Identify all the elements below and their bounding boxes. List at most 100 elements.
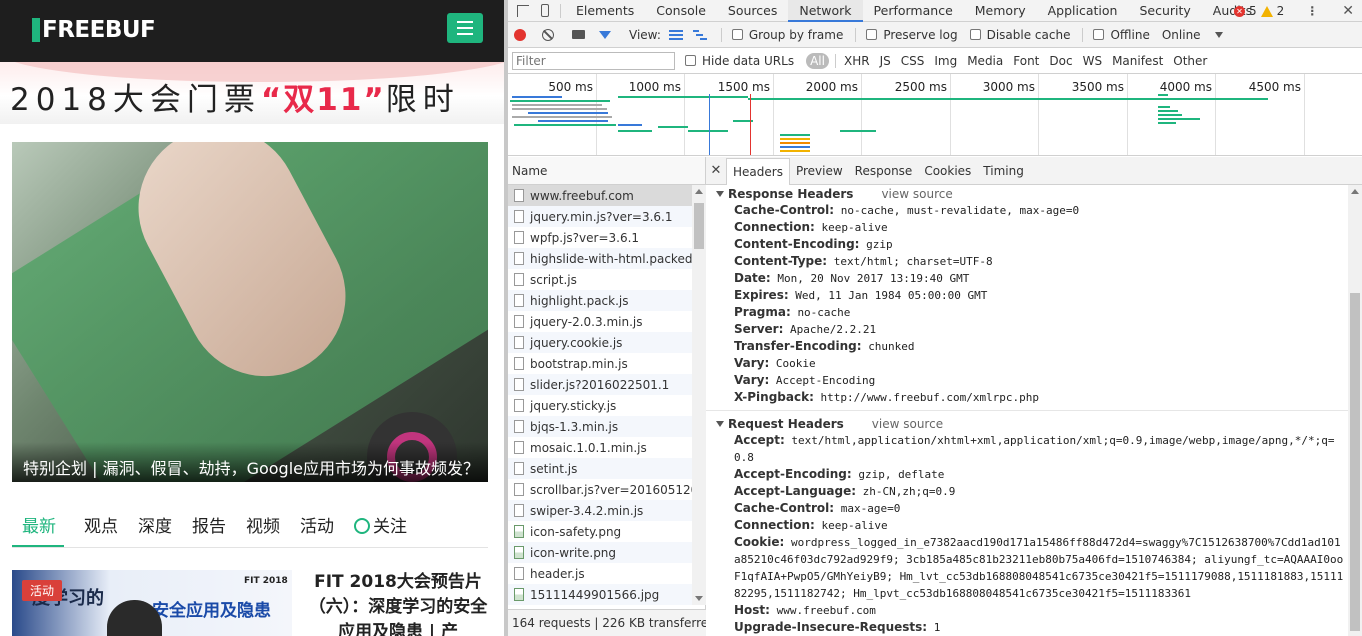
tab-memory[interactable]: Memory — [964, 0, 1037, 22]
site-tab-follow[interactable]: 关注 — [354, 510, 407, 547]
console-counters[interactable]: ✕ 5 2 ⋮ ✕ — [1233, 3, 1354, 19]
site-tab-opinion[interactable]: 观点 — [84, 510, 118, 547]
request-row[interactable]: highslide-with-html.packed.js — [508, 248, 692, 269]
request-row[interactable]: wpfp.js?ver=3.6.1 — [508, 227, 692, 248]
network-overview-timeline[interactable]: 500 ms 1000 ms 1500 ms 2000 ms 2500 ms 3… — [508, 74, 1362, 156]
image-file-icon — [514, 588, 524, 601]
filter-type-font[interactable]: Font — [1009, 53, 1043, 69]
request-row[interactable]: bjqs-1.3.min.js — [508, 416, 692, 437]
tab-performance[interactable]: Performance — [863, 0, 964, 22]
clear-icon[interactable] — [542, 28, 554, 41]
request-row[interactable]: setint.js — [508, 458, 692, 479]
request-row[interactable]: jquery.sticky.js — [508, 395, 692, 416]
large-rows-icon[interactable] — [668, 29, 683, 40]
hero-article[interactable]: 特别企划 | 漏洞、假冒、劫持，Google应用市场为何事故频发？ — [12, 142, 488, 482]
request-name: bjqs-1.3.min.js — [530, 419, 619, 434]
detail-tab-headers[interactable]: Headers — [726, 158, 790, 185]
toolbar-divider — [855, 27, 857, 42]
request-row[interactable]: bootstrap.min.js — [508, 353, 692, 374]
header-row: Date: Mon, 20 Nov 2017 13:19:40 GMT — [706, 270, 1348, 287]
promo-banner[interactable]: 2018大会门票“双11”限时 — [0, 62, 504, 124]
filter-type-all[interactable]: All — [806, 52, 829, 69]
group-by-frame-checkbox[interactable]: Group by frame — [731, 28, 843, 42]
request-row[interactable]: swiper-3.4.2.min.js — [508, 500, 692, 521]
more-options-icon[interactable]: ⋮ — [1306, 4, 1318, 18]
site-tab-depth[interactable]: 深度 — [138, 510, 172, 547]
timeline-bar — [780, 134, 810, 136]
disable-cache-checkbox[interactable]: Disable cache — [969, 28, 1070, 42]
scrollbar-thumb[interactable] — [1350, 293, 1360, 631]
view-label: View: — [629, 27, 661, 42]
filter-type-doc[interactable]: Doc — [1045, 53, 1076, 69]
request-row[interactable]: icon-safety.png — [508, 521, 692, 542]
site-tab-video[interactable]: 视频 — [246, 510, 280, 547]
close-detail-icon[interactable]: ✕ — [706, 163, 726, 184]
response-view-source-link[interactable]: view source — [881, 187, 952, 201]
hide-data-urls-checkbox[interactable]: Hide data URLs — [685, 54, 794, 68]
filter-type-manifest[interactable]: Manifest — [1108, 53, 1167, 69]
site-tab-latest[interactable]: 最新 — [12, 510, 64, 547]
request-row[interactable]: icon-write.png — [508, 542, 692, 563]
detail-scrollbar[interactable] — [1348, 185, 1362, 636]
request-row[interactable]: mosaic.1.0.1.min.js — [508, 437, 692, 458]
filter-type-img[interactable]: Img — [930, 53, 961, 69]
request-row[interactable]: jquery.min.js?ver=3.6.1 — [508, 206, 692, 227]
close-devtools-icon[interactable]: ✕ — [1342, 3, 1354, 19]
timeline-bar — [510, 100, 610, 102]
freebuf-logo[interactable]: FREEBUF — [32, 15, 156, 45]
filter-type-css[interactable]: CSS — [897, 53, 929, 69]
tab-elements[interactable]: Elements — [565, 0, 645, 22]
timeline-bar — [1158, 118, 1200, 120]
request-name: wpfp.js?ver=3.6.1 — [530, 230, 640, 245]
header-row: Upgrade-Insecure-Requests: 1 — [706, 619, 1348, 636]
hamburger-menu-button[interactable] — [447, 13, 483, 43]
request-row[interactable]: slider.js?2016022501.1 — [508, 374, 692, 395]
device-toolbar-icon[interactable] — [534, 0, 556, 22]
inspect-element-icon[interactable] — [512, 0, 534, 22]
tab-sources[interactable]: Sources — [717, 0, 788, 22]
header-row: X-Pingback: http://www.freebuf.com/xmlrp… — [706, 389, 1348, 406]
filter-type-xhr[interactable]: XHR — [840, 53, 874, 69]
screenshot-camera-icon[interactable] — [572, 30, 585, 39]
filter-input[interactable] — [512, 51, 675, 70]
overview-waterfall-icon[interactable] — [692, 29, 707, 40]
detail-tab-cookies[interactable]: Cookies — [918, 164, 977, 184]
site-tab-events[interactable]: 活动 — [300, 510, 334, 547]
hero-caption[interactable]: 特别企划 | 漏洞、假冒、劫持，Google应用市场为何事故频发？ — [12, 442, 488, 482]
column-header-name[interactable]: Name — [508, 157, 705, 185]
header-value: 1 — [933, 621, 941, 634]
request-row[interactable]: www.freebuf.com — [508, 185, 692, 206]
request-view-source-link[interactable]: view source — [872, 417, 943, 431]
site-tab-report[interactable]: 报告 — [192, 510, 226, 547]
image-file-icon — [514, 546, 524, 559]
article-card[interactable]: 度学习的 安全应用及隐患 FIT 2018 活动 FIT 2018大会预告片（六… — [12, 570, 488, 636]
offline-checkbox[interactable]: Offline — [1093, 28, 1150, 42]
request-row[interactable]: 15111449901566.jpg — [508, 584, 692, 605]
throttling-select[interactable]: Online — [1162, 28, 1223, 42]
response-headers-section[interactable]: Response Headers view source — [706, 185, 1348, 202]
tab-network[interactable]: Network — [788, 0, 863, 22]
article-title[interactable]: FIT 2018大会预告片（六）：深度学习的安全应用及隐患 | 产 — [308, 570, 488, 636]
tab-security[interactable]: Security — [1128, 0, 1201, 22]
filter-type-media[interactable]: Media — [963, 53, 1007, 69]
record-icon[interactable] — [514, 28, 526, 41]
request-row[interactable]: scrollbar.js?ver=2016051204 — [508, 479, 692, 500]
request-row[interactable]: highlight.pack.js — [508, 290, 692, 311]
filter-type-js[interactable]: JS — [876, 53, 895, 69]
request-headers-section[interactable]: Request Headers view source — [706, 415, 1348, 432]
request-list-scrollbar[interactable] — [692, 185, 706, 605]
tab-console[interactable]: Console — [645, 0, 717, 22]
request-row[interactable]: jquery-2.0.3.min.js — [508, 311, 692, 332]
scrollbar-thumb[interactable] — [694, 203, 704, 249]
request-row[interactable]: script.js — [508, 269, 692, 290]
preserve-log-checkbox[interactable]: Preserve log — [866, 28, 958, 42]
detail-tab-timing[interactable]: Timing — [977, 164, 1030, 184]
filter-funnel-icon[interactable] — [599, 30, 611, 39]
detail-tab-response[interactable]: Response — [849, 164, 919, 184]
filter-type-ws[interactable]: WS — [1079, 53, 1106, 69]
filter-type-other[interactable]: Other — [1169, 53, 1211, 69]
request-row[interactable]: header.js — [508, 563, 692, 584]
detail-tab-preview[interactable]: Preview — [790, 164, 849, 184]
request-row[interactable]: jquery.cookie.js — [508, 332, 692, 353]
tab-application[interactable]: Application — [1037, 0, 1129, 22]
